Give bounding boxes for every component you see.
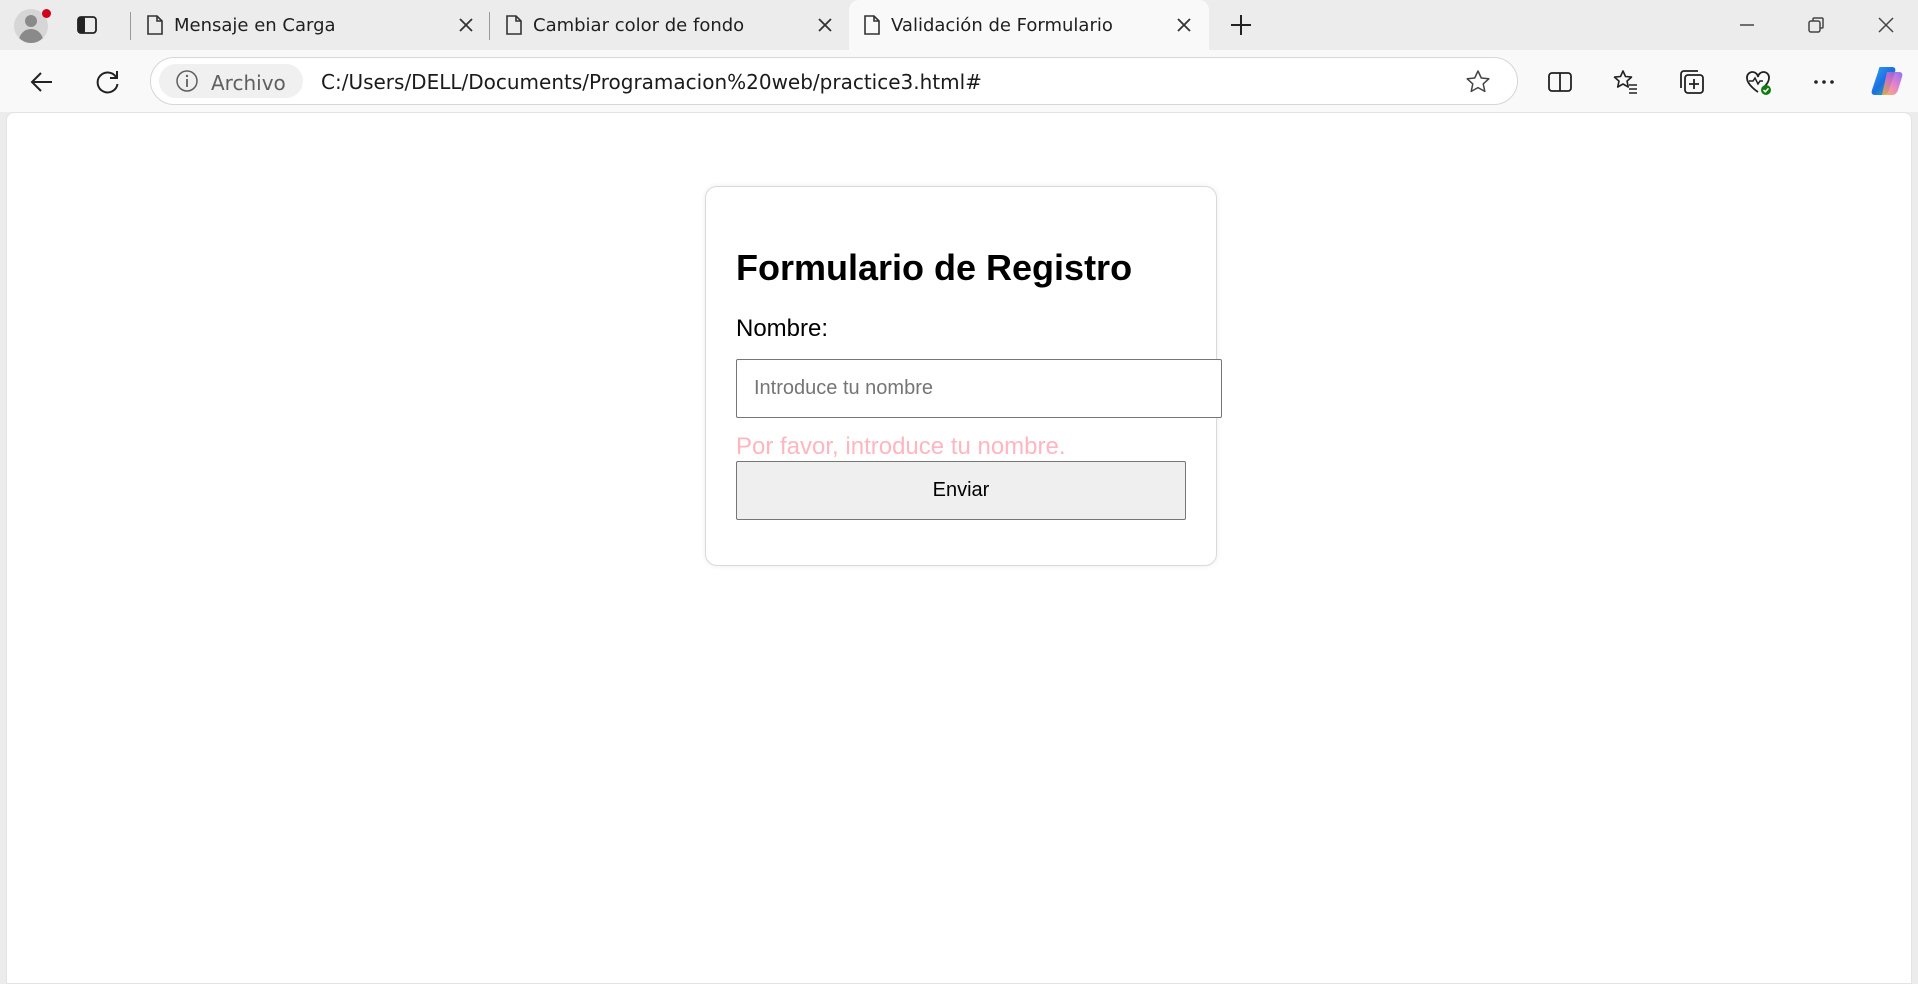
tab-validacion-de-formulario[interactable]: Validación de Formulario: [849, 0, 1209, 50]
close-icon[interactable]: [1173, 14, 1195, 36]
toolbar: Archivo C:/Users/DELL/Documents/Programa…: [0, 50, 1918, 112]
favorites-icon[interactable]: [1612, 68, 1640, 96]
more-icon[interactable]: [1810, 68, 1838, 96]
address-bar[interactable]: Archivo C:/Users/DELL/Documents/Programa…: [150, 57, 1518, 105]
tab-cambiar-color-de-fondo[interactable]: Cambiar color de fondo: [491, 0, 847, 50]
minimize-icon[interactable]: [1735, 13, 1759, 37]
page-icon: [506, 15, 522, 35]
name-error-message: Por favor, introduce tu nombre.: [736, 433, 1066, 460]
copilot-icon[interactable]: [1870, 64, 1904, 98]
browser-essentials-icon[interactable]: [1744, 68, 1772, 96]
tab-separator: [130, 12, 131, 40]
tab-separator: [489, 12, 490, 40]
site-info-label: Archivo: [211, 71, 286, 95]
notification-dot: [42, 9, 51, 18]
page-icon: [147, 15, 163, 35]
submit-button[interactable]: Enviar: [736, 461, 1186, 520]
favorite-star-icon[interactable]: [1465, 69, 1491, 95]
tab-title: Cambiar color de fondo: [533, 15, 745, 36]
info-icon: [176, 70, 198, 92]
refresh-icon[interactable]: [94, 68, 122, 96]
new-tab-icon[interactable]: [1228, 12, 1254, 38]
split-screen-icon[interactable]: [1546, 68, 1574, 96]
tab-mensaje-en-carga[interactable]: Mensaje en Carga: [132, 0, 488, 50]
url-text[interactable]: C:/Users/DELL/Documents/Programacion%20w…: [321, 70, 982, 94]
form-title: Formulario de Registro: [736, 247, 1133, 288]
tab-actions-icon[interactable]: [76, 14, 98, 36]
tab-title: Validación de Formulario: [891, 15, 1113, 36]
back-icon[interactable]: [28, 68, 56, 96]
close-icon[interactable]: [455, 14, 477, 36]
close-icon[interactable]: [814, 14, 836, 36]
page-viewport: Formulario de Registro Nombre: Por favor…: [6, 112, 1912, 984]
name-input[interactable]: [736, 359, 1222, 418]
collections-icon[interactable]: [1678, 68, 1706, 96]
restore-icon[interactable]: [1804, 13, 1828, 37]
page-icon: [864, 15, 880, 35]
registration-form-card: Formulario de Registro Nombre: Por favor…: [705, 186, 1222, 566]
window-close-icon[interactable]: [1874, 13, 1898, 37]
tab-title: Mensaje en Carga: [174, 15, 336, 36]
tab-strip: Mensaje en Carga Cambiar color de fondo …: [0, 0, 1918, 50]
site-info-button[interactable]: Archivo: [159, 64, 303, 98]
name-label: Nombre:: [736, 315, 829, 342]
